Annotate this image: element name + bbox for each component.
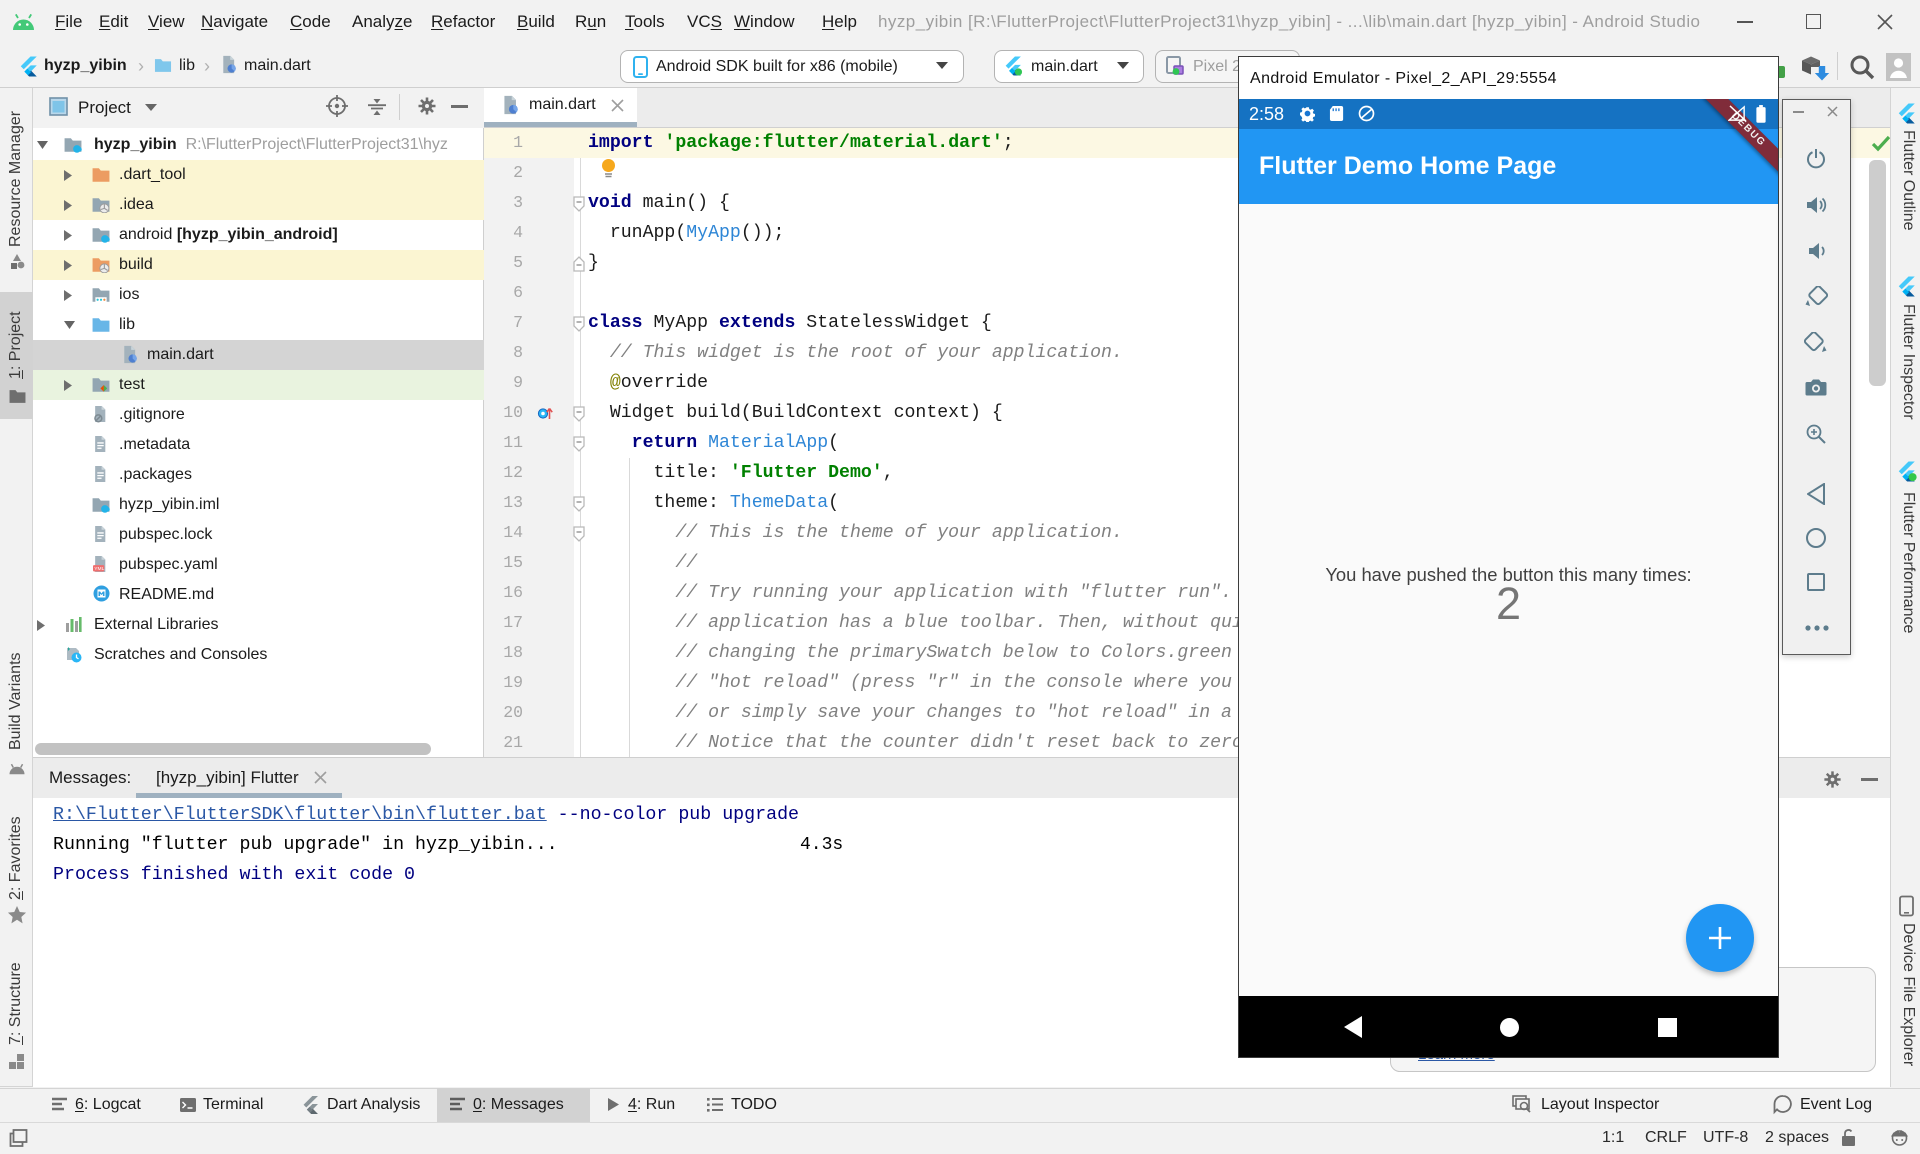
svg-text:YML: YML [94, 566, 104, 572]
